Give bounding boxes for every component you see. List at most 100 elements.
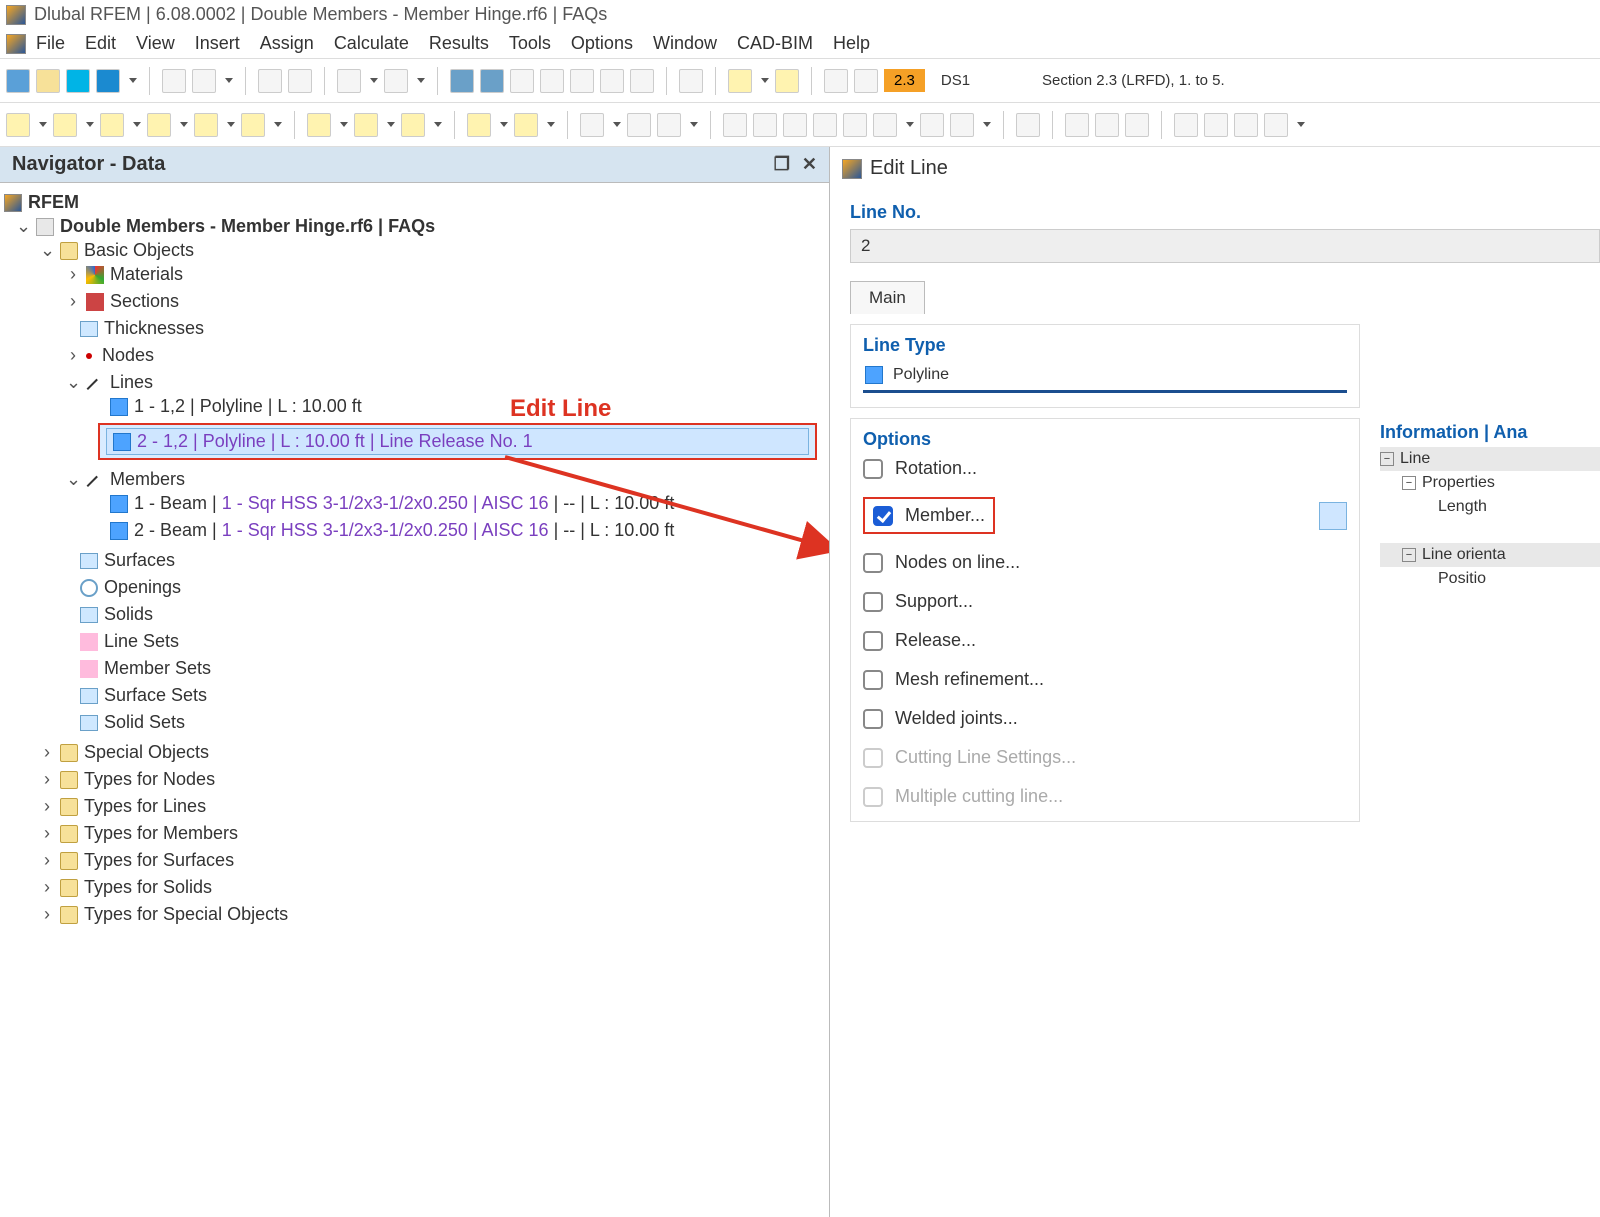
expand-icon[interactable]: › bbox=[40, 904, 54, 925]
menu-view[interactable]: View bbox=[136, 33, 175, 54]
menu-window[interactable]: Window bbox=[653, 33, 717, 54]
tree-line-sets[interactable]: Line Sets bbox=[104, 631, 179, 652]
menu-help[interactable]: Help bbox=[833, 33, 870, 54]
toolbar-button[interactable] bbox=[1204, 113, 1228, 137]
toolbar-button[interactable] bbox=[630, 69, 654, 93]
tree-member-2[interactable]: 2 - Beam | 1 - Sqr HSS 3-1/2x3-1/2x0.250… bbox=[134, 520, 674, 541]
cloud-button[interactable] bbox=[66, 69, 90, 93]
option-member[interactable]: Member... bbox=[873, 505, 985, 526]
save-button[interactable] bbox=[162, 69, 186, 93]
filter-button[interactable] bbox=[1016, 113, 1040, 137]
restore-icon[interactable]: ❐ bbox=[774, 154, 790, 175]
star-button[interactable] bbox=[307, 113, 331, 137]
collapse-icon[interactable]: − bbox=[1380, 452, 1394, 466]
star-solid-button[interactable] bbox=[194, 113, 218, 137]
expand-icon[interactable]: › bbox=[40, 769, 54, 790]
tree-nodes[interactable]: Nodes bbox=[102, 345, 154, 366]
option-release[interactable]: Release... bbox=[863, 630, 1347, 651]
expand-icon[interactable]: › bbox=[66, 345, 80, 366]
close-icon[interactable]: ✕ bbox=[802, 154, 817, 175]
star-button[interactable] bbox=[354, 113, 378, 137]
open-button[interactable] bbox=[36, 69, 60, 93]
pick-button[interactable] bbox=[728, 69, 752, 93]
toolbar-button[interactable] bbox=[723, 113, 747, 137]
star-surface-button[interactable] bbox=[147, 113, 171, 137]
collapse-icon[interactable]: − bbox=[1402, 476, 1416, 490]
tree-surfaces[interactable]: Surfaces bbox=[104, 550, 175, 571]
panel-button[interactable] bbox=[540, 69, 564, 93]
tree-line-2-selected[interactable]: 2 - 1,2 | Polyline | L : 10.00 ft | Line… bbox=[98, 423, 817, 460]
toolbar-button[interactable] bbox=[580, 113, 604, 137]
toolbar-button[interactable] bbox=[843, 113, 867, 137]
toolbar-button[interactable] bbox=[657, 113, 681, 137]
toolbar-button[interactable] bbox=[1234, 113, 1258, 137]
redo-button[interactable] bbox=[384, 69, 408, 93]
tree-thicknesses[interactable]: Thicknesses bbox=[104, 318, 204, 339]
star-member-button[interactable] bbox=[100, 113, 124, 137]
tree-members[interactable]: Members bbox=[110, 469, 185, 490]
star-line-button[interactable] bbox=[53, 113, 77, 137]
menu-edit[interactable]: Edit bbox=[85, 33, 116, 54]
dropdown[interactable] bbox=[367, 78, 378, 83]
expand-icon[interactable]: › bbox=[40, 823, 54, 844]
menu-tools[interactable]: Tools bbox=[509, 33, 551, 54]
tree-solid-sets[interactable]: Solid Sets bbox=[104, 712, 185, 733]
collapse-icon[interactable]: − bbox=[1402, 548, 1416, 562]
menu-calculate[interactable]: Calculate bbox=[334, 33, 409, 54]
toolbar-button[interactable] bbox=[1065, 113, 1089, 137]
option-welded-joints[interactable]: Welded joints... bbox=[863, 708, 1347, 729]
tree-project[interactable]: Double Members - Member Hinge.rf6 | FAQs bbox=[60, 216, 435, 237]
tree-member-1[interactable]: 1 - Beam | 1 - Sqr HSS 3-1/2x3-1/2x0.250… bbox=[134, 493, 674, 514]
block-button[interactable] bbox=[96, 69, 120, 93]
expand-icon[interactable]: › bbox=[66, 264, 80, 285]
tree-types-solids[interactable]: Types for Solids bbox=[84, 877, 212, 898]
star-button[interactable] bbox=[467, 113, 491, 137]
star-opening-button[interactable] bbox=[241, 113, 265, 137]
expand-icon[interactable]: › bbox=[40, 742, 54, 763]
navigator-tree[interactable]: RFEM ⌄ Double Members - Member Hinge.rf6 … bbox=[0, 183, 829, 1217]
expand-icon[interactable]: › bbox=[40, 850, 54, 871]
section-combo[interactable]: Section 2.3 (LRFD), 1. to 5. bbox=[1032, 69, 1235, 92]
tree-surface-sets[interactable]: Surface Sets bbox=[104, 685, 207, 706]
expand-icon[interactable]: › bbox=[40, 796, 54, 817]
option-rotation[interactable]: Rotation... bbox=[863, 458, 1347, 479]
tree-member-sets[interactable]: Member Sets bbox=[104, 658, 211, 679]
tree-root[interactable]: RFEM bbox=[28, 192, 79, 213]
expand-icon[interactable]: ⌄ bbox=[40, 240, 54, 261]
doc-button[interactable] bbox=[258, 69, 282, 93]
toolbar-button[interactable] bbox=[6, 69, 30, 93]
tree-types-lines[interactable]: Types for Lines bbox=[84, 796, 206, 817]
star-button[interactable] bbox=[514, 113, 538, 137]
tree-types-nodes[interactable]: Types for Nodes bbox=[84, 769, 215, 790]
menu-options[interactable]: Options bbox=[571, 33, 633, 54]
menu-assign[interactable]: Assign bbox=[260, 33, 314, 54]
tree-types-members[interactable]: Types for Members bbox=[84, 823, 238, 844]
star-button[interactable] bbox=[401, 113, 425, 137]
toolbar-button[interactable] bbox=[1174, 113, 1198, 137]
option-mesh-refinement[interactable]: Mesh refinement... bbox=[863, 669, 1347, 690]
toolbar-button[interactable] bbox=[920, 113, 944, 137]
undo-button[interactable] bbox=[337, 69, 361, 93]
toolbar-button[interactable] bbox=[950, 113, 974, 137]
tree-openings[interactable]: Openings bbox=[104, 577, 181, 598]
dropdown[interactable] bbox=[222, 78, 233, 83]
panel-button[interactable] bbox=[450, 69, 474, 93]
dropdown[interactable] bbox=[758, 78, 769, 83]
option-support[interactable]: Support... bbox=[863, 591, 1347, 612]
toolbar-button[interactable] bbox=[854, 69, 878, 93]
support-button[interactable] bbox=[679, 69, 703, 93]
toolbar-button[interactable] bbox=[873, 113, 897, 137]
panel-button[interactable] bbox=[480, 69, 504, 93]
menu-results[interactable]: Results bbox=[429, 33, 489, 54]
tree-line-1[interactable]: 1 - 1,2 | Polyline | L : 10.00 ft bbox=[134, 396, 362, 417]
expand-icon[interactable]: › bbox=[40, 877, 54, 898]
tree-solids[interactable]: Solids bbox=[104, 604, 153, 625]
doc-button[interactable] bbox=[288, 69, 312, 93]
toolbar-button[interactable] bbox=[1264, 113, 1288, 137]
menu-file[interactable]: File bbox=[36, 33, 65, 54]
option-nodes-on-line[interactable]: Nodes on line... bbox=[863, 552, 1347, 573]
toolbar-button[interactable] bbox=[1095, 113, 1119, 137]
combo-label[interactable]: DS1 bbox=[931, 69, 980, 92]
line-no-input[interactable] bbox=[850, 229, 1600, 263]
tree-types-special[interactable]: Types for Special Objects bbox=[84, 904, 288, 925]
